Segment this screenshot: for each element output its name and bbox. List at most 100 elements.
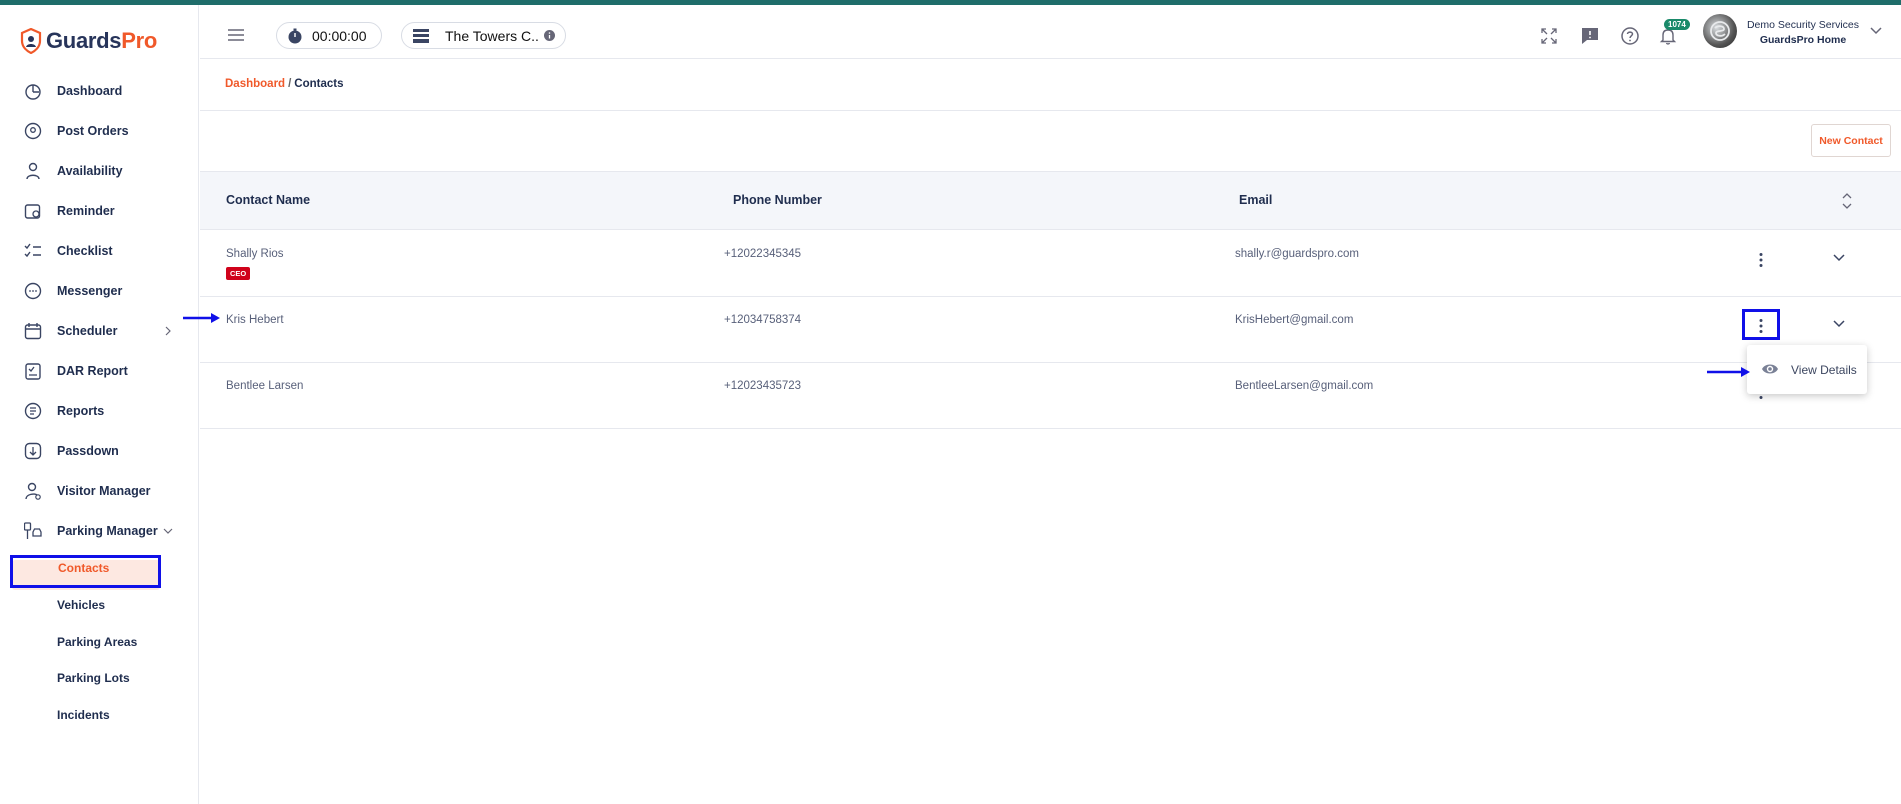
sidebar-subitem-parking-lots[interactable]: Parking Lots xyxy=(0,664,199,692)
role-tag: CEO xyxy=(226,267,251,280)
sidebar-subitem-vehicles[interactable]: Vehicles xyxy=(0,591,199,619)
sidebar-item-reminder[interactable]: Reminder xyxy=(0,195,199,227)
sidebar-item-availability[interactable]: Availability xyxy=(0,155,199,187)
view-details-option[interactable]: View Details xyxy=(1791,363,1857,377)
sidebar-subitem-label: Incidents xyxy=(57,708,110,722)
sidebar-item-label: Messenger xyxy=(57,284,123,298)
phone-number-cell: +12034758374 xyxy=(724,314,802,326)
availability-icon xyxy=(26,162,40,180)
sidebar-subitem-label: Parking Lots xyxy=(57,671,130,685)
guardspro-logo[interactable]: Guards Pro xyxy=(20,25,157,57)
highlight-box-contacts xyxy=(10,555,161,588)
breadcrumb: Dashboard / Contacts xyxy=(225,78,343,90)
timer-value: 00:00:00 xyxy=(312,28,367,44)
sidebar-subitem-label: Parking Areas xyxy=(57,635,138,649)
reports-icon xyxy=(24,402,42,420)
sidebar-item-label: Checklist xyxy=(57,244,113,258)
sidebar-item-label: Availability xyxy=(57,164,123,178)
eye-icon xyxy=(1762,364,1778,374)
chevron-down-icon[interactable] xyxy=(1833,254,1845,262)
site-name: The Towers C.. xyxy=(445,28,539,44)
info-icon[interactable] xyxy=(544,30,555,41)
shift-timer[interactable]: 00:00:00 xyxy=(276,22,382,49)
sidebar-item-dashboard[interactable]: Dashboard xyxy=(0,75,199,107)
passdown-icon xyxy=(24,442,42,460)
breadcrumb-current: Contacts xyxy=(294,78,344,90)
divider xyxy=(200,110,1901,111)
sidebar-item-label: Passdown xyxy=(57,444,119,458)
column-header-contact-name[interactable]: Contact Name xyxy=(226,193,310,207)
sidebar-subitem-incidents[interactable]: Incidents xyxy=(0,701,199,729)
brand-name-part1: Guards xyxy=(46,28,122,53)
sidebar-item-checklist[interactable]: Checklist xyxy=(0,235,199,267)
post-orders-icon xyxy=(24,122,42,140)
table-header: Contact Name Phone Number Email xyxy=(200,171,1901,230)
stopwatch-icon xyxy=(288,28,302,44)
feedback-icon[interactable] xyxy=(1580,26,1600,46)
sidebar: Guards Pro Dashboard Post Orders Availabi… xyxy=(0,5,199,804)
site-selector[interactable]: The Towers C.. xyxy=(401,22,566,49)
table-row[interactable]: Kris Hebert +12034758374 KrisHebert@gmai… xyxy=(200,297,1901,363)
contact-name-cell: Shally Rios xyxy=(226,248,284,260)
sidebar-item-label: Dashboard xyxy=(57,84,123,98)
visitor-manager-icon xyxy=(25,482,41,500)
chevron-down-icon[interactable] xyxy=(1870,27,1882,35)
chevron-down-icon[interactable] xyxy=(1833,320,1845,328)
help-icon[interactable] xyxy=(1620,26,1640,46)
table-row[interactable]: Bentlee Larsen +12023435723 BentleeLarse… xyxy=(200,363,1901,429)
column-header-email[interactable]: Email xyxy=(1239,193,1272,207)
sidebar-item-label: DAR Report xyxy=(57,364,128,378)
sidebar-item-dar-report[interactable]: DAR Report xyxy=(0,355,199,387)
breadcrumb-dashboard-link[interactable]: Dashboard xyxy=(225,78,285,90)
sidebar-item-messenger[interactable]: Messenger xyxy=(0,275,199,307)
sidebar-item-label: Post Orders xyxy=(57,124,129,138)
sidebar-item-post-orders[interactable]: Post Orders xyxy=(0,115,199,147)
user-info[interactable]: Demo Security Services GuardsPro Home xyxy=(1743,18,1863,48)
avatar[interactable] xyxy=(1703,14,1737,48)
expand-collapse-all-icon[interactable] xyxy=(1842,192,1852,210)
email-cell: shally.r@guardspro.com xyxy=(1235,248,1359,260)
sidebar-subitem-label: Vehicles xyxy=(57,598,106,612)
sidebar-item-parking-manager[interactable]: Parking Manager xyxy=(0,515,199,547)
sidebar-item-visitor-manager[interactable]: Visitor Manager xyxy=(0,475,199,507)
new-contact-button[interactable]: New Contact xyxy=(1811,124,1891,157)
phone-number-cell: +12023435723 xyxy=(724,380,802,392)
company-name: Demo Security Services xyxy=(1746,19,1860,31)
sidebar-item-scheduler[interactable]: Scheduler xyxy=(0,315,199,347)
top-header: 00:00:00 The Towers C.. 1074 Demo Securi… xyxy=(200,5,1901,59)
sidebar-item-label: Scheduler xyxy=(57,324,118,338)
phone-number-cell: +12022345345 xyxy=(724,248,802,260)
column-header-phone-number[interactable]: Phone Number xyxy=(733,193,822,207)
more-options-icon[interactable] xyxy=(1758,252,1764,268)
building-icon xyxy=(413,29,429,43)
breadcrumb-separator: / xyxy=(288,78,292,90)
parking-manager-icon xyxy=(24,522,42,539)
annotation-arrow-icon xyxy=(1707,367,1750,377)
location-name: GuardsPro Home xyxy=(1759,34,1847,46)
row-actions-menu[interactable]: View Details xyxy=(1747,345,1867,394)
sidebar-item-label: Parking Manager xyxy=(57,524,158,538)
scheduler-icon xyxy=(24,323,42,340)
annotation-arrow-icon xyxy=(183,313,220,323)
email-cell: BentleeLarsen@gmail.com xyxy=(1235,380,1374,392)
chevron-right-icon xyxy=(165,326,171,336)
brand-name-part2: Pro xyxy=(121,28,158,53)
sidebar-item-reports[interactable]: Reports xyxy=(0,395,199,427)
table-row[interactable]: Shally Rios CEO +12022345345 shally.r@gu… xyxy=(200,231,1901,297)
sidebar-item-label: Reminder xyxy=(57,204,115,218)
sidebar-item-label: Reports xyxy=(57,404,105,418)
notification-count-badge: 1074 xyxy=(1664,19,1690,30)
contact-name-cell: Bentlee Larsen xyxy=(226,380,304,392)
fullscreen-icon[interactable] xyxy=(1539,26,1559,46)
company-logo-icon xyxy=(1710,21,1730,41)
checklist-icon xyxy=(24,243,41,258)
sidebar-subitem-parking-areas[interactable]: Parking Areas xyxy=(0,628,199,656)
sidebar-item-passdown[interactable]: Passdown xyxy=(0,435,199,467)
shield-logo-icon xyxy=(20,28,42,54)
hamburger-menu-icon[interactable] xyxy=(228,29,244,41)
sidebar-item-label: Visitor Manager xyxy=(57,484,151,498)
messenger-icon xyxy=(24,282,42,300)
dar-report-icon xyxy=(25,363,41,380)
email-cell: KrisHebert@gmail.com xyxy=(1235,314,1354,326)
dashboard-icon xyxy=(25,84,41,100)
